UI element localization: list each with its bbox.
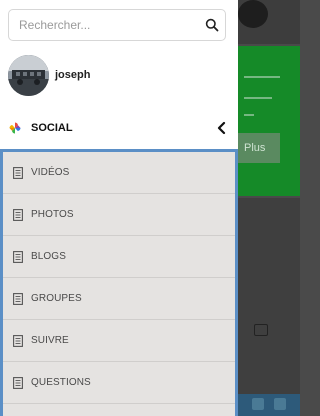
social-menu: VIDÉOS PHOTOS BLOGS GROUPES SUIVRE QUEST… <box>0 149 238 416</box>
search-input[interactable] <box>9 10 199 40</box>
search-icon[interactable] <box>205 18 219 32</box>
menu-item-label: GROUPES <box>31 293 82 304</box>
background-text-line <box>244 114 254 116</box>
navigation-drawer: joseph SOCIAL VIDÉOS PHOTOS <box>0 0 238 416</box>
app-icon <box>252 398 264 410</box>
background-text-line <box>244 76 280 78</box>
user-profile[interactable]: joseph <box>8 54 228 96</box>
menu-item-label: VIDÉOS <box>31 167 70 178</box>
document-icon <box>13 334 23 347</box>
pinwheel-icon <box>9 122 21 134</box>
background-text-line <box>244 97 272 99</box>
menu-item-questions[interactable]: QUESTIONS <box>3 362 235 404</box>
username[interactable]: joseph <box>55 69 90 81</box>
document-icon <box>13 376 23 389</box>
menu-item-label: QUESTIONS <box>31 377 91 388</box>
document-icon <box>13 208 23 221</box>
background-avatar <box>238 0 268 28</box>
section-social[interactable]: SOCIAL <box>0 112 238 144</box>
drawer-header: joseph SOCIAL <box>0 0 238 149</box>
section-label: SOCIAL <box>31 122 73 134</box>
document-icon <box>13 166 23 179</box>
menu-item-suivre[interactable]: SUIVRE <box>3 320 235 362</box>
chevron-left-icon[interactable] <box>216 121 226 135</box>
avatar[interactable] <box>8 54 49 96</box>
background-more-button: Plus <box>236 133 280 163</box>
document-icon <box>13 292 23 305</box>
document-icon <box>13 250 23 263</box>
menu-item-label: SUIVRE <box>31 335 69 346</box>
menu-item-label: PHOTOS <box>31 209 74 220</box>
search-box[interactable] <box>8 9 226 41</box>
menu-item-photos[interactable]: PHOTOS <box>3 194 235 236</box>
app-icon <box>274 398 286 410</box>
chat-icon <box>254 324 268 336</box>
menu-item-groupes[interactable]: GROUPES <box>3 278 235 320</box>
menu-item-blogs[interactable]: BLOGS <box>3 236 235 278</box>
menu-item-videos[interactable]: VIDÉOS <box>3 152 235 194</box>
menu-item-label: BLOGS <box>31 251 66 262</box>
user-photo <box>8 54 49 96</box>
